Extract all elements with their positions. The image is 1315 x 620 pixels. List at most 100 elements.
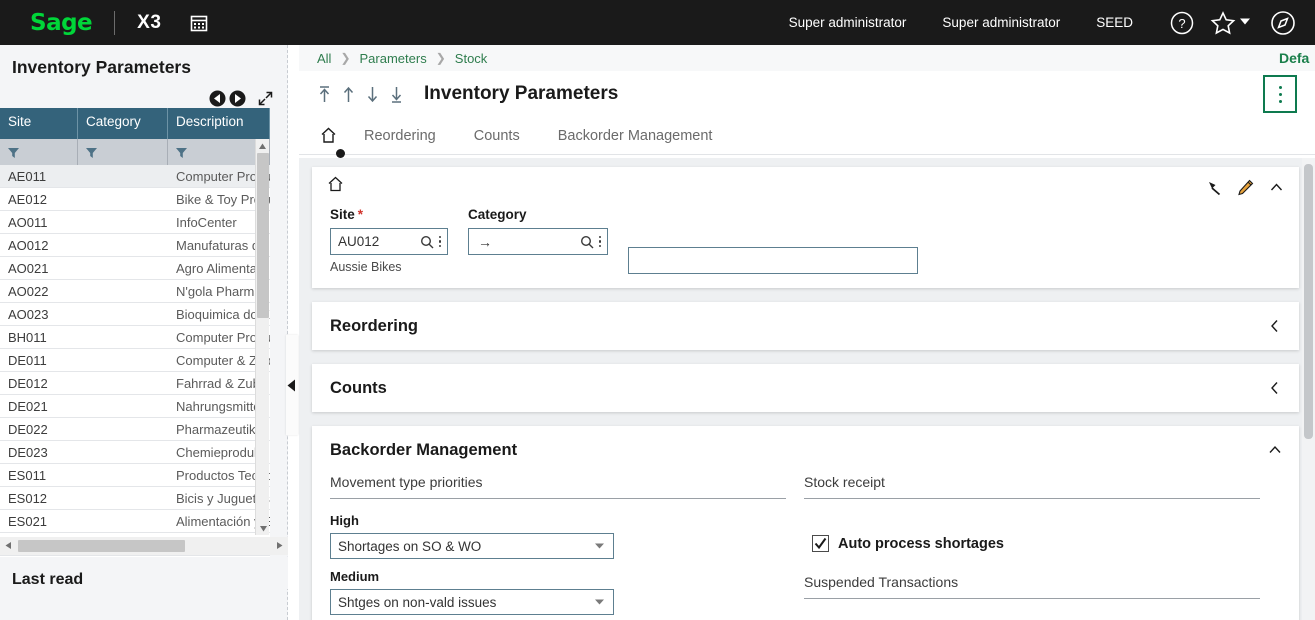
- calendar-icon[interactable]: [189, 13, 209, 33]
- sage-logo[interactable]: Sage: [30, 10, 93, 36]
- medium-priority-select[interactable]: Shtges on non-vald issues: [330, 589, 614, 615]
- column-header-category[interactable]: Category: [78, 108, 168, 139]
- table-row[interactable]: DE022 Pharmazeutika: [0, 418, 270, 441]
- category-input[interactable]: →: [468, 228, 608, 255]
- tab-backorder-management[interactable]: Backorder Management: [558, 128, 713, 144]
- site-label-text: Site: [330, 207, 355, 222]
- chevron-down-icon[interactable]: [1239, 14, 1251, 32]
- table-row[interactable]: AO011 InfoCenter: [0, 211, 270, 234]
- column-header-site[interactable]: Site: [0, 108, 78, 139]
- tab-reordering[interactable]: Reordering: [364, 128, 436, 144]
- table-row[interactable]: AO023 Bioquimica do E: [0, 303, 270, 326]
- site-helper-text: Aussie Bikes: [330, 260, 402, 274]
- cell-site: DE011: [8, 352, 47, 368]
- list-scroll-thumb[interactable]: [257, 153, 269, 318]
- pin-icon[interactable]: [1206, 179, 1223, 196]
- expand-icon[interactable]: [258, 91, 273, 106]
- cell-site: ES012: [8, 490, 48, 506]
- section-title-backorder: Backorder Management: [330, 440, 518, 459]
- high-priority-select[interactable]: Shortages on SO & WO: [330, 533, 614, 559]
- previous-page-icon[interactable]: [209, 90, 226, 107]
- section-header-backorder[interactable]: Backorder Management: [312, 426, 1299, 474]
- stock-receipt-heading: Stock receipt: [804, 474, 1260, 499]
- breadcrumb-item-stock[interactable]: Stock: [455, 51, 488, 66]
- more-actions-button[interactable]: [1263, 75, 1297, 113]
- chevron-left-icon[interactable]: [1267, 380, 1283, 396]
- table-row[interactable]: BH011 Computer Produ: [0, 326, 270, 349]
- section-reordering[interactable]: Reordering: [312, 302, 1299, 350]
- table-row[interactable]: DE021 Nahrungsmittel: [0, 395, 270, 418]
- extra-text-field-group: [628, 247, 918, 274]
- first-record-icon[interactable]: [317, 85, 332, 104]
- table-filter-row: [0, 139, 270, 165]
- topbar-profile-link[interactable]: Super administrator: [942, 15, 1060, 30]
- panel-collapse-handle[interactable]: [286, 335, 298, 435]
- cell-site: AO022: [8, 283, 49, 299]
- header-fields-row: Site * AU012 Aussie Bikes Category →: [312, 199, 1299, 288]
- list-vertical-scrollbar[interactable]: [255, 139, 269, 535]
- chevron-down-icon[interactable]: [594, 539, 605, 554]
- previous-record-icon[interactable]: [341, 85, 356, 104]
- tab-counts[interactable]: Counts: [474, 128, 520, 144]
- table-row[interactable]: AO012 Manufaturas do: [0, 234, 270, 257]
- search-icon[interactable]: [420, 235, 434, 249]
- field-actions-icon[interactable]: [438, 235, 441, 249]
- breadcrumb: All ❯ Parameters ❯ Stock Defa: [299, 45, 1315, 71]
- next-page-icon[interactable]: [229, 90, 246, 107]
- breadcrumb-item-all[interactable]: All: [317, 51, 331, 66]
- auto-process-shortages-row[interactable]: Auto process shortages: [812, 535, 1260, 552]
- h-scroll-thumb[interactable]: [18, 540, 185, 552]
- breadcrumb-item-parameters[interactable]: Parameters: [360, 51, 427, 66]
- section-backorder-management: Backorder Management Movement type prior…: [312, 426, 1299, 620]
- chevron-up-icon[interactable]: [1267, 442, 1283, 458]
- chevron-left-icon[interactable]: [1267, 318, 1283, 334]
- filter-icon-site[interactable]: [0, 139, 78, 165]
- auto-process-shortages-checkbox[interactable]: [812, 535, 829, 552]
- table-row[interactable]: ES021 Alimentación y E: [0, 510, 270, 533]
- chevron-up-icon[interactable]: [1268, 179, 1285, 196]
- compass-icon[interactable]: [1269, 9, 1297, 37]
- cell-site: ES011: [8, 467, 47, 483]
- table-row[interactable]: ES012 Bicis y Juguetes: [0, 487, 270, 510]
- scroll-down-arrow-icon[interactable]: [256, 521, 270, 535]
- tab-home[interactable]: [319, 126, 338, 145]
- table-row[interactable]: AE012 Bike & Toy Produ: [0, 188, 270, 211]
- next-record-icon[interactable]: [365, 85, 380, 104]
- star-icon[interactable]: [1209, 9, 1237, 37]
- high-priority-value: Shortages on SO & WO: [338, 538, 482, 554]
- chevron-down-icon[interactable]: [594, 595, 605, 610]
- content-scroll-thumb[interactable]: [1304, 164, 1313, 439]
- table-row[interactable]: AE011 Computer Produ: [0, 165, 270, 188]
- topbar-user-link[interactable]: Super administrator: [789, 15, 907, 30]
- required-marker: *: [357, 207, 364, 222]
- scroll-up-arrow-icon[interactable]: [256, 139, 269, 153]
- movement-type-priorities-heading: Movement type priorities: [330, 474, 786, 499]
- section-header-reordering[interactable]: Reordering: [312, 302, 1299, 350]
- scroll-right-arrow-icon[interactable]: [271, 537, 288, 555]
- field-actions-icon[interactable]: [598, 235, 601, 249]
- section-header-counts[interactable]: Counts: [312, 364, 1299, 412]
- table-row[interactable]: AO021 Agro Alimentar: [0, 257, 270, 280]
- list-horizontal-scrollbar[interactable]: [0, 537, 288, 555]
- column-header-description[interactable]: Description: [168, 108, 270, 139]
- table-row[interactable]: AO022 N'gola Pharma: [0, 280, 270, 303]
- table-row[interactable]: DE023 Chemieprodukt: [0, 441, 270, 464]
- pencil-icon[interactable]: [1237, 179, 1254, 196]
- section-counts[interactable]: Counts: [312, 364, 1299, 412]
- table-row[interactable]: ES011 Productos Tecno: [0, 464, 270, 487]
- cell-site: AO021: [8, 260, 49, 276]
- table-row[interactable]: DE012 Fahrrad & Zubel: [0, 372, 270, 395]
- page-header: Inventory Parameters: [299, 71, 1315, 117]
- help-icon[interactable]: ?: [1169, 10, 1195, 36]
- last-record-icon[interactable]: [389, 85, 404, 104]
- search-icon[interactable]: [580, 235, 594, 249]
- records-table: Site Category Description AE011 Computer …: [0, 108, 288, 561]
- site-input[interactable]: AU012: [330, 228, 448, 255]
- extra-text-input[interactable]: [628, 247, 918, 274]
- topbar-folder-link[interactable]: SEED: [1096, 15, 1133, 30]
- scroll-left-arrow-icon[interactable]: [0, 537, 17, 555]
- filter-icon-category[interactable]: [78, 139, 168, 165]
- content-vertical-scrollbar[interactable]: [1302, 158, 1315, 620]
- h-scroll-track[interactable]: [17, 537, 271, 555]
- table-row[interactable]: DE011 Computer & Zub: [0, 349, 270, 372]
